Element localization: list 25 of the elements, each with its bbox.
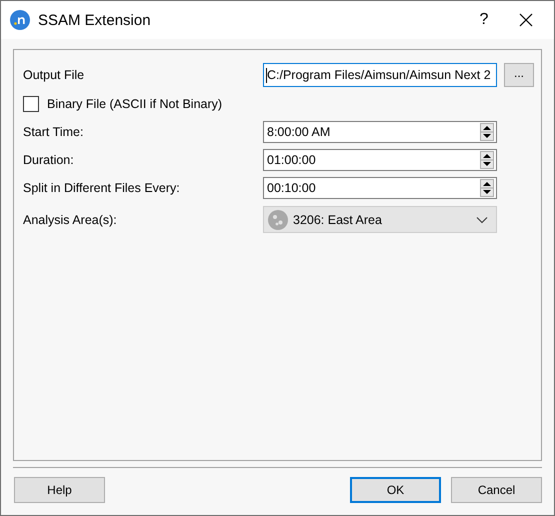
area-dropdown[interactable]: 3206: East Area bbox=[263, 206, 497, 233]
spinner-arrows-icon[interactable] bbox=[480, 179, 494, 197]
help-button[interactable]: ? bbox=[461, 11, 507, 29]
spin-box[interactable]: 8:00:00 AM bbox=[263, 121, 497, 143]
browse-button[interactable]: ... bbox=[504, 63, 534, 87]
spinner-arrows-icon[interactable] bbox=[480, 151, 494, 169]
checkbox[interactable] bbox=[23, 96, 39, 112]
spin-box[interactable]: 01:00:00 bbox=[263, 149, 497, 171]
field-label: Split in Different Files Every: bbox=[23, 181, 181, 195]
dialog-button[interactable]: OK bbox=[350, 477, 441, 503]
field-label: Analysis Area(s): bbox=[23, 212, 118, 226]
checkbox-label: Binary File (ASCII if Not Binary) bbox=[47, 97, 222, 111]
close-icon[interactable] bbox=[519, 13, 533, 27]
output-file-field[interactable]: C:/Program Files/Aimsun/Aimsun Next 2 bbox=[263, 63, 497, 87]
chevron-down-icon bbox=[476, 216, 488, 224]
field-label: Start Time: bbox=[23, 125, 84, 139]
spin-box[interactable]: 00:10:00 bbox=[263, 177, 497, 199]
dialog-button[interactable]: Cancel bbox=[451, 477, 542, 503]
app-logo-icon bbox=[10, 10, 30, 30]
field-label: Duration: bbox=[23, 153, 75, 167]
field-label: Output File bbox=[23, 68, 86, 82]
window-title: SSAM Extension bbox=[38, 12, 152, 28]
dialog-button[interactable]: Help bbox=[14, 477, 105, 503]
area-icon bbox=[268, 210, 288, 230]
spinner-arrows-icon[interactable] bbox=[480, 123, 494, 141]
